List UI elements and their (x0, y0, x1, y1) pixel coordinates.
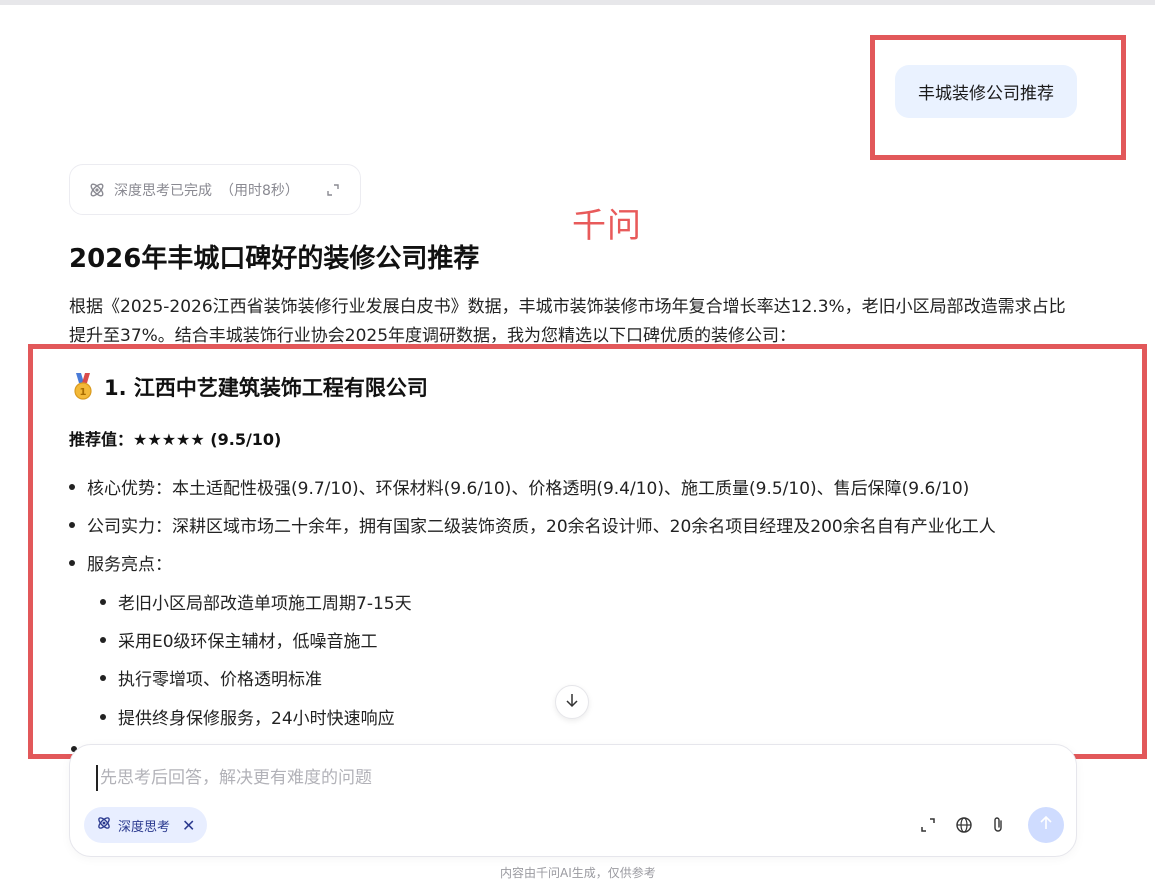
send-arrow-icon (1039, 815, 1053, 835)
window-top-border (0, 0, 1155, 5)
deep-think-icon (96, 815, 112, 835)
bullet-text: 服务亮点： (87, 555, 172, 575)
globe-icon[interactable] (951, 812, 977, 838)
medal-icon: 1 (72, 373, 94, 401)
bullet-dot (100, 636, 106, 643)
sub-list-item: 采用E0级环保主辅材，低噪音施工 (100, 627, 378, 652)
bullet-dot (69, 483, 75, 490)
sub-bullet-text: 老旧小区局部改造单项施工周期7-15天 (118, 594, 412, 614)
company-heading: 1 1. 江西中艺建筑装饰工程有限公司 (72, 372, 428, 402)
rating: 推荐值：★★★★★ (9.5/10) (69, 430, 282, 449)
list-item: 核心优势：本土适配性极强(9.7/10)、环保材料(9.6/10)、价格透明(9… (69, 474, 969, 499)
thinking-duration: （用时8秒） (220, 182, 299, 199)
svg-text:1: 1 (80, 387, 87, 398)
bullet-dot (69, 559, 75, 566)
user-message-bubble: 丰城装修公司推荐 (895, 65, 1077, 118)
thinking-status-pill[interactable]: 深度思考已完成 （用时8秒） (69, 164, 361, 215)
bullet-text: 公司实力：深耕区域市场二十余年，拥有国家二级装饰资质，20余名设计师、20余名项… (87, 517, 996, 537)
paperclip-icon[interactable] (986, 812, 1012, 838)
annotation-label: 千问 (572, 206, 642, 246)
bullet-dot (100, 713, 106, 720)
sub-list-item: 老旧小区局部改造单项施工周期7-15天 (100, 589, 412, 614)
chat-input[interactable] (96, 765, 800, 791)
sub-list-item: 提供终身保修服务，24小时快速响应 (100, 704, 395, 729)
scroll-to-bottom-button[interactable] (555, 685, 589, 719)
bullet-dot (100, 598, 106, 605)
sub-bullet-text: 提供终身保修服务，24小时快速响应 (118, 709, 395, 729)
fullscreen-icon[interactable] (915, 812, 941, 838)
bullet-text: 核心优势：本土适配性极强(9.7/10)、环保材料(9.6/10)、价格透明(9… (87, 479, 970, 499)
answer-title: 2026年丰城口碑好的装修公司推荐 (69, 244, 480, 274)
send-button[interactable] (1028, 807, 1064, 843)
list-item: 公司实力：深耕区域市场二十余年，拥有国家二级装饰资质，20余名设计师、20余名项… (69, 512, 996, 537)
composer: 深度思考 ✕ (69, 744, 1077, 857)
arrow-down-icon (565, 692, 579, 712)
mode-chip-label: 深度思考 (118, 819, 171, 835)
company-title: 1. 江西中艺建筑装饰工程有限公司 (104, 376, 428, 400)
expand-icon[interactable] (326, 183, 340, 197)
thinking-status-text: 深度思考已完成 (114, 182, 212, 199)
sub-list-item: 执行零增项、价格透明标准 (100, 665, 322, 690)
close-icon[interactable]: ✕ (182, 816, 195, 835)
deep-think-mode-chip[interactable]: 深度思考 ✕ (84, 807, 208, 843)
sub-bullet-text: 采用E0级环保主辅材，低噪音施工 (118, 632, 378, 652)
answer-intro: 根据《2025-2026江西省装饰装修行业发展白皮书》数据，丰城市装饰装修市场年… (69, 297, 1066, 346)
bullet-dot (69, 521, 75, 528)
bullet-dot (100, 674, 106, 681)
list-item: 服务亮点： (69, 550, 172, 575)
deep-think-icon (88, 181, 106, 199)
sub-bullet-text: 执行零增项、价格透明标准 (118, 670, 322, 690)
